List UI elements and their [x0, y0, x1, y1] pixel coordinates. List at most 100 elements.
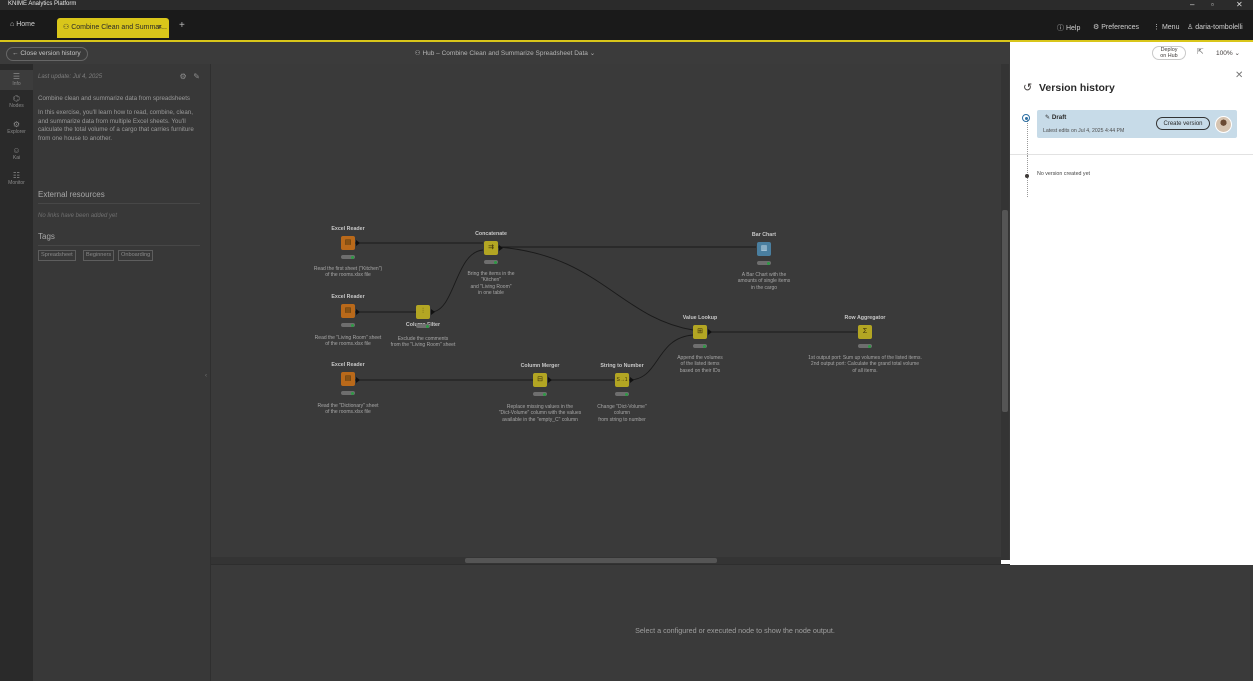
preferences-button[interactable]: ⚙ Preferences [1093, 23, 1139, 31]
bar-chart-node[interactable]: ▥ [757, 242, 771, 256]
monitor-icon: ☷ [12, 171, 21, 180]
output-port[interactable] [356, 240, 360, 246]
close-tab-icon[interactable]: × [158, 18, 162, 38]
node-status [341, 391, 355, 395]
output-port[interactable] [548, 377, 552, 383]
concatenate-icon: ⇉ [488, 244, 494, 251]
chevron-down-icon: ⌄ [589, 50, 596, 57]
pencil-icon: ✎ [1045, 114, 1051, 121]
create-version-button[interactable]: Create version [1156, 117, 1210, 130]
tag[interactable]: Spreadsheet [38, 250, 76, 261]
user-label: daria-tombolelli [1195, 24, 1243, 31]
node-annotation: Read the first sheet ("Kitchen") of the r… [313, 266, 383, 279]
output-port[interactable] [356, 309, 360, 315]
nav-item-kai[interactable]: ☺ Kai [0, 146, 33, 161]
output-port[interactable] [431, 309, 435, 315]
close-version-history-button[interactable]: ← Close version history [6, 47, 88, 61]
nav-item-monitor[interactable]: ☷ Monitor [0, 171, 33, 186]
description-body: In this exercise, you'll learn how to re… [38, 109, 194, 142]
tab-workflow[interactable]: ⚇ Combine Clean and Summar... × [57, 18, 169, 38]
kebab-icon: ⋮ [1153, 24, 1160, 31]
node-name: Value Lookup [682, 315, 718, 321]
cursor-mode-icon[interactable]: ⇱ [1197, 47, 1204, 56]
node-name: Row Aggregator [844, 315, 886, 321]
node-name: Concatenate [475, 231, 507, 237]
help-button[interactable]: ⓘ Help [1057, 23, 1080, 33]
close-icon[interactable]: ✕ [1235, 70, 1243, 81]
excel-icon: ▤ [344, 375, 352, 382]
tag[interactable]: Onboarding [118, 250, 154, 261]
maximize-icon[interactable]: ▫ [1211, 0, 1214, 9]
node-annotation: Replace missing values in the "Dict-Volum… [498, 404, 582, 423]
deploy-on-hub-button[interactable]: Deploy on Hub [1152, 46, 1186, 60]
draft-radio[interactable] [1022, 114, 1030, 122]
tags-heading: Tags [38, 232, 55, 241]
minimize-icon[interactable]: – [1190, 0, 1194, 9]
nav-item-nodes[interactable]: ⌬ Nodes [0, 94, 33, 109]
node-status [341, 255, 355, 259]
nav-item-info[interactable]: ☰ Info [0, 70, 33, 90]
deploy-label: on Hub [1160, 52, 1178, 59]
node-name: Excel Reader [331, 294, 365, 300]
breadcrumb[interactable]: ⚇ Hub – Combine Clean and Summarize Spre… [415, 49, 595, 57]
zoom-dropdown[interactable]: 100% ⌄ [1216, 49, 1240, 57]
user-icon: ♙ [1187, 24, 1194, 31]
close-version-history-label: Close version history [20, 50, 81, 57]
empty-output-message: Select a configured or executed node to … [635, 626, 835, 635]
row-aggregator-node[interactable]: Σ [858, 325, 872, 339]
convert-icon: S→1 [616, 377, 628, 383]
horizontal-scrollbar-thumb[interactable] [465, 558, 717, 563]
excel-icon: ▤ [344, 239, 352, 246]
concatenate-node[interactable]: ⇉ [484, 241, 498, 255]
tag[interactable]: Beginners [83, 250, 115, 261]
draft-title: ✎ Draft [1045, 114, 1067, 121]
settings-icon[interactable]: ⚙ [179, 72, 186, 81]
nav-item-label: Explorer [7, 129, 26, 135]
divider [38, 245, 200, 246]
workflow-description: Combine clean and summarize data from sp… [38, 95, 203, 143]
lookup-icon: ⊞ [697, 328, 703, 335]
user-button[interactable]: ♙ daria-tombolelli [1187, 23, 1243, 31]
node-status [484, 260, 498, 264]
excel-icon: ▤ [344, 307, 352, 314]
output-port[interactable] [708, 329, 712, 335]
history-icon: ↺ [1023, 82, 1033, 94]
node-name: Excel Reader [331, 226, 365, 232]
draft-subtitle: Latest edits on Jul 4, 2025 4:44 PM [1043, 128, 1125, 134]
description-title: Combine clean and summarize data from sp… [38, 95, 191, 102]
nav-item-label: Info [12, 81, 21, 87]
node-annotation: 1st output port: Sum up volumes of the l… [808, 355, 922, 374]
explorer-icon: ⚙ [12, 120, 21, 129]
external-resources-heading: External resources [38, 190, 105, 199]
column-merger-node[interactable]: ⊟ [533, 373, 547, 387]
node-status [693, 344, 707, 348]
info-icon: ☰ [12, 72, 21, 81]
value-lookup-node[interactable]: ⊞ [693, 325, 707, 339]
add-tab-button[interactable]: + [179, 21, 185, 31]
excel-reader-node[interactable]: ▤ [341, 304, 355, 318]
excel-reader-node[interactable]: ▤ [341, 372, 355, 386]
output-port[interactable] [630, 377, 634, 383]
tab-home[interactable]: ⌂ Home [10, 21, 35, 28]
vertical-scrollbar-thumb[interactable] [1002, 210, 1008, 412]
node-status [858, 344, 872, 348]
timeline-dot [1025, 174, 1029, 178]
workflow-canvas[interactable] [211, 64, 1010, 560]
output-port[interactable] [356, 377, 360, 383]
close-window-icon[interactable]: ✕ [1236, 0, 1243, 9]
nav-item-explorer[interactable]: ⚙ Explorer [0, 120, 33, 135]
string-to-number-node[interactable]: S→1 [615, 373, 629, 387]
node-annotation: A Bar Chart with the amounts of single it… [737, 272, 791, 291]
column-filter-node[interactable]: ⫶ [416, 305, 430, 319]
menu-button[interactable]: ⋮ Menu [1153, 23, 1179, 31]
node-name: Excel Reader [331, 362, 365, 368]
chevron-down-icon: ⌄ [1234, 50, 1240, 57]
collapse-handle-icon[interactable]: ‹ [205, 373, 207, 379]
arrow-left-icon: ← [12, 50, 19, 57]
excel-reader-node[interactable]: ▤ [341, 236, 355, 250]
node-annotation: Change "Dict-Volume" column from string to… [597, 404, 647, 423]
edit-icon[interactable]: ✎ [193, 72, 200, 81]
output-port[interactable] [499, 245, 503, 251]
kai-icon: ☺ [12, 146, 21, 155]
gear-icon: ⚙ [1093, 24, 1100, 31]
